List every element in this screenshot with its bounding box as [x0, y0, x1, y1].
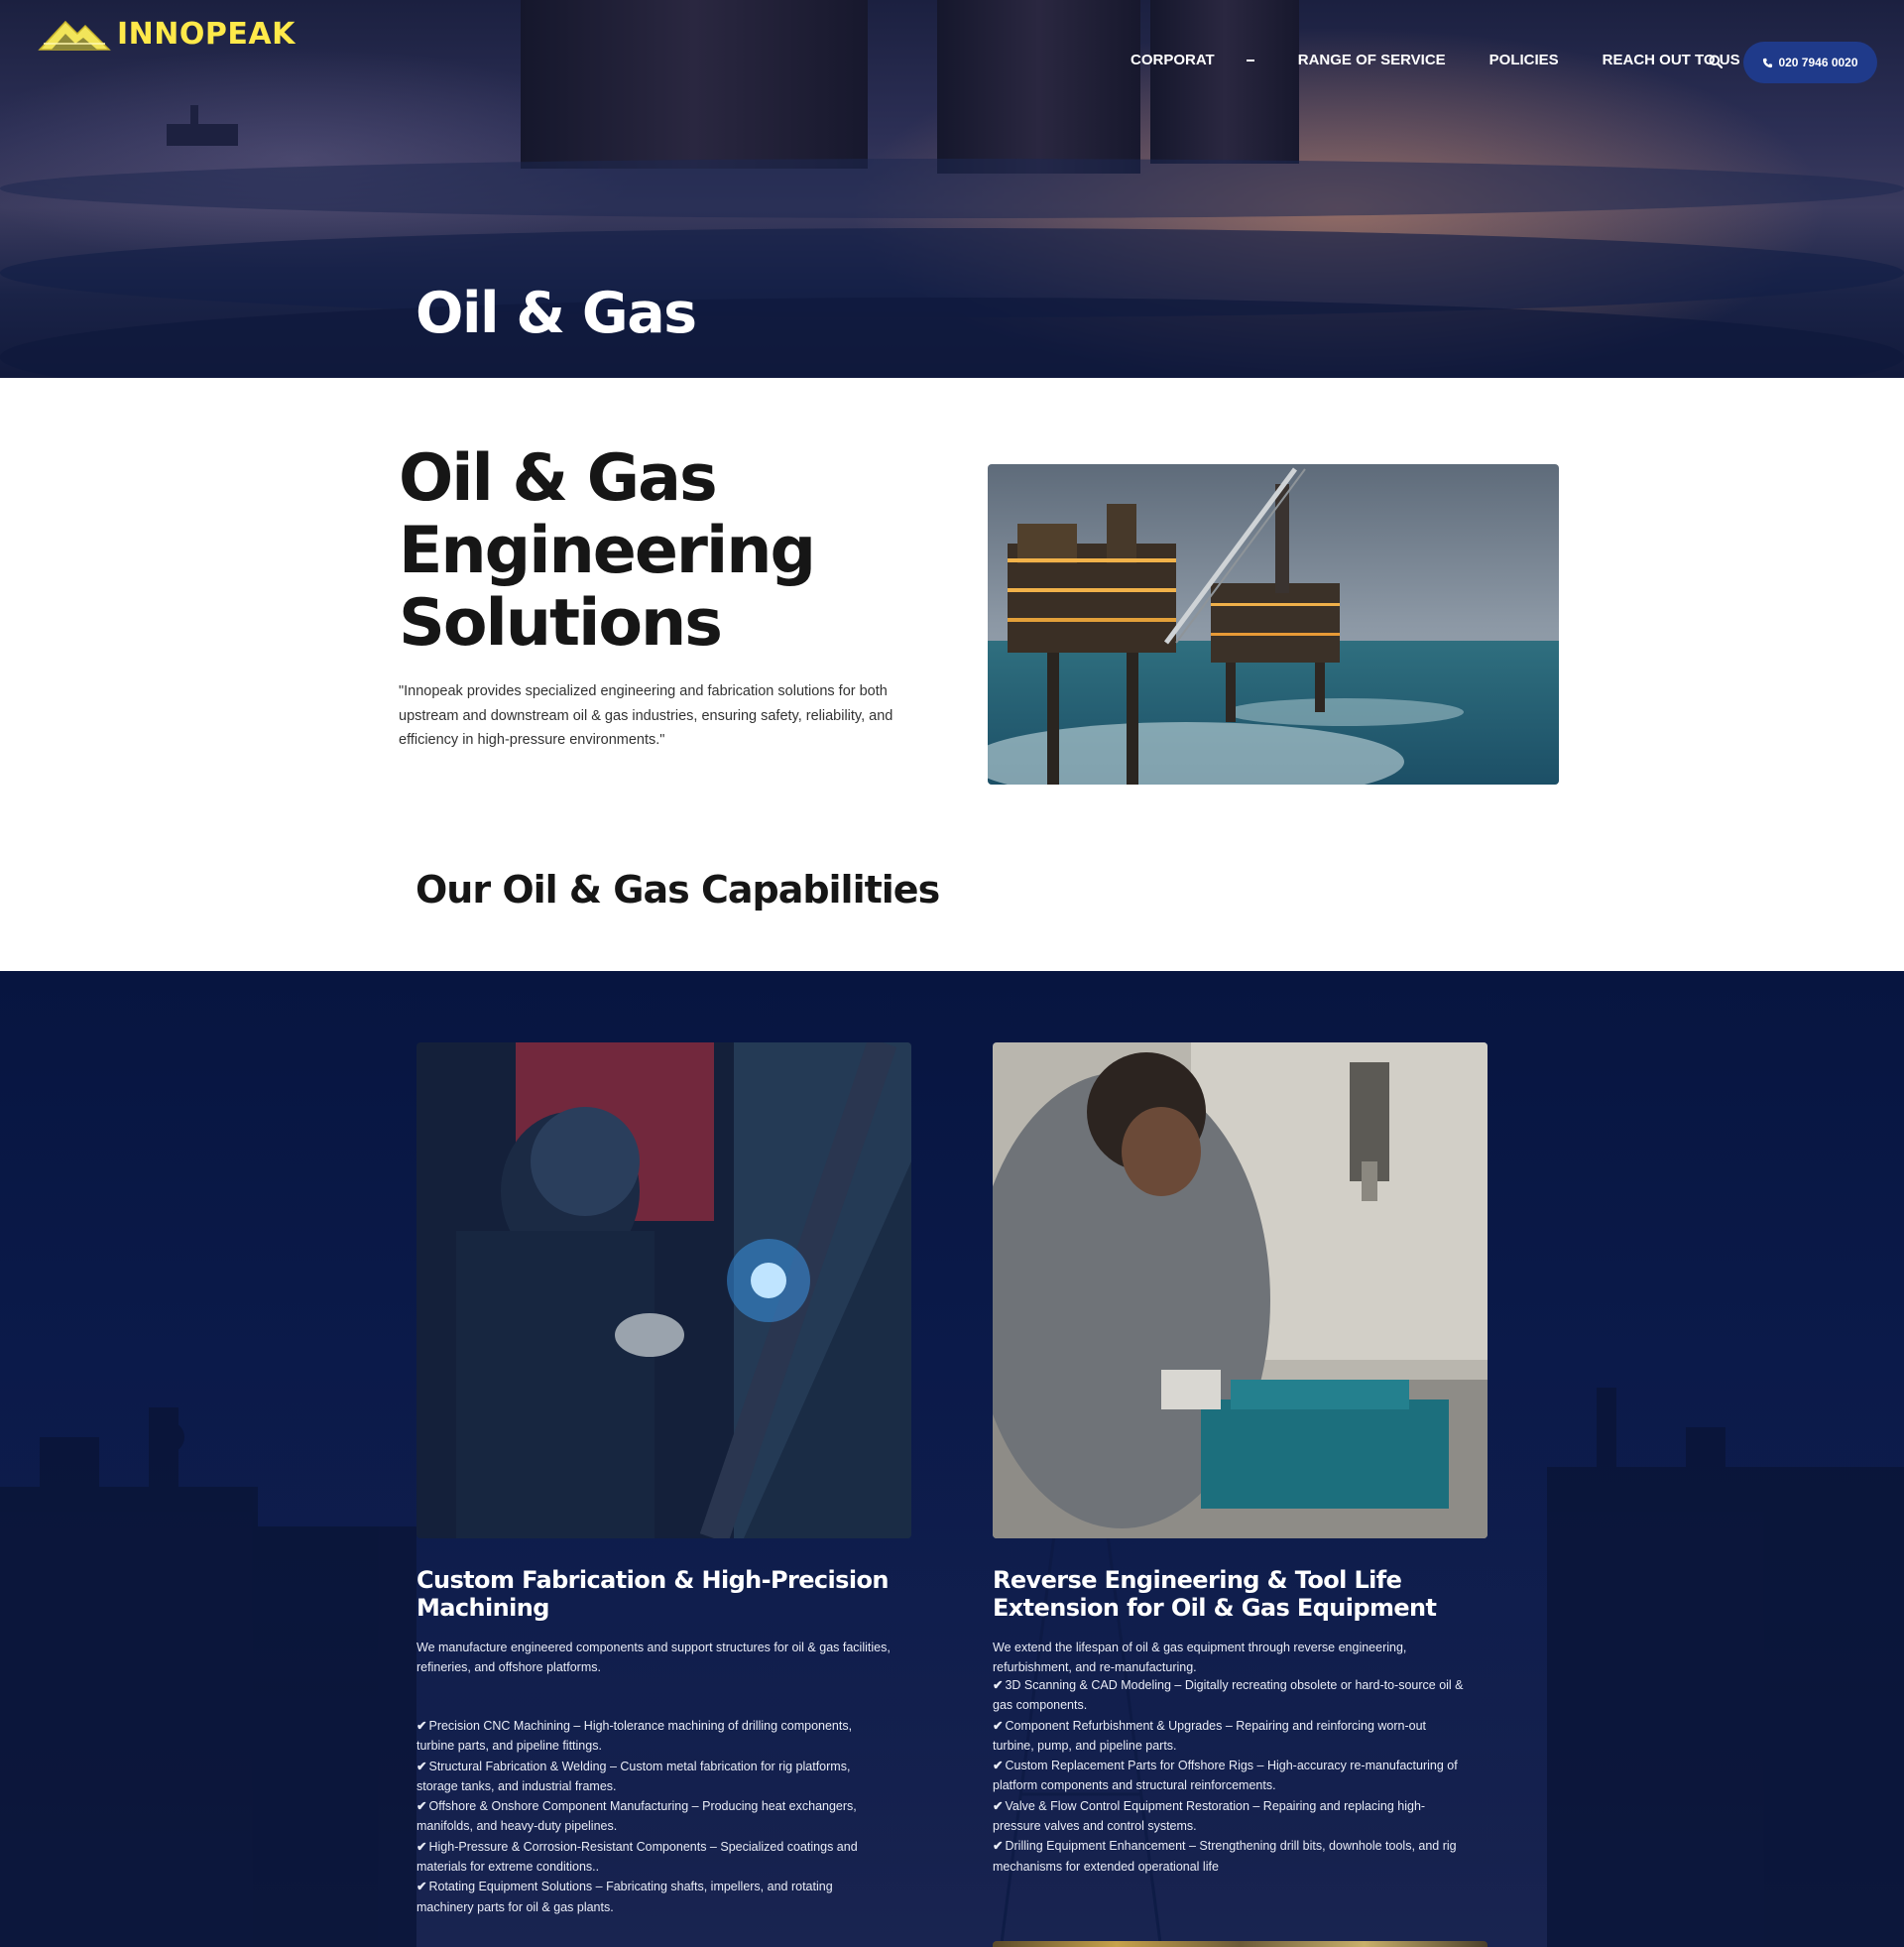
card-description: We extend the lifespan of oil & gas equi… [993, 1641, 1407, 1674]
list-item: Precision CNC Machining – High-tolerance… [416, 1716, 892, 1757]
hero-ship-mast [190, 105, 198, 125]
card-description: We manufacture engineered components and… [416, 1641, 891, 1674]
list-item: Valve & Flow Control Equipment Restorati… [993, 1796, 1469, 1837]
list-item: High-Pressure & Corrosion-Resistant Comp… [416, 1837, 892, 1878]
site-logo[interactable]: INNOPEAK [38, 14, 296, 54]
capabilities-heading: Our Oil & Gas Capabilities [416, 868, 940, 912]
phone-number: 020 7946 0020 [1778, 56, 1858, 69]
list-item: Custom Replacement Parts for Offshore Ri… [993, 1756, 1469, 1796]
hero-banner: INNOPEAK CORPORAT RANGE OF SERVICE POLIC… [0, 0, 1904, 378]
offshore-platform-image [988, 464, 1559, 785]
intro-title-line: Solutions [399, 586, 723, 661]
capability-list: Precision CNC Machining – High-tolerance… [416, 1716, 892, 1917]
intro-title: Oil & Gas Engineering Solutions [399, 442, 954, 660]
list-item: Structural Fabrication & Welding – Custo… [416, 1757, 892, 1797]
list-item: Offshore & Onshore Component Manufacturi… [416, 1796, 892, 1837]
hero-platform-leg [937, 0, 1140, 174]
hero-wave [0, 298, 1904, 378]
phone-icon [1763, 58, 1773, 67]
next-card-image [993, 1941, 1488, 1947]
intro-text: "Innopeak provides specialized engineeri… [399, 683, 893, 748]
hero-wave [0, 159, 1904, 218]
list-item: Rotating Equipment Solutions – Fabricati… [416, 1877, 892, 1917]
machinist-image [993, 1042, 1488, 1538]
capability-list: 3D Scanning & CAD Modeling – Digitally r… [993, 1675, 1469, 1877]
main-nav: CORPORAT RANGE OF SERVICE POLICIES REACH… [1130, 52, 1784, 68]
nav-item-range-of-service[interactable]: RANGE OF SERVICE [1298, 52, 1446, 68]
hero-ship [167, 124, 238, 146]
intro-title-line: Engineering [399, 514, 816, 588]
card-title: Custom Fabrication & High-Precision Mach… [416, 1566, 889, 1622]
nav-item-policies[interactable]: POLICIES [1489, 52, 1559, 68]
brand-name: INNOPEAK [117, 16, 296, 52]
refinery-silhouette [0, 1327, 1904, 1947]
capabilities-section: Custom Fabrication & High-Precision Mach… [0, 971, 1904, 1947]
nav-item-corporat[interactable]: CORPORAT [1130, 52, 1254, 68]
list-item: 3D Scanning & CAD Modeling – Digitally r… [993, 1675, 1469, 1716]
list-item: Component Refurbishment & Upgrades – Rep… [993, 1716, 1469, 1757]
hero-platform-leg [521, 0, 868, 169]
hero-title: Oil & Gas [416, 281, 697, 346]
hero-platform-leg [1150, 0, 1299, 164]
mountain-logo-icon [38, 20, 111, 51]
intro-title-line: Oil & Gas [399, 441, 718, 516]
welding-worker-image [416, 1042, 911, 1538]
search-icon[interactable] [1709, 55, 1723, 68]
phone-button[interactable]: 020 7946 0020 [1743, 42, 1877, 83]
card-title: Reverse Engineering & Tool Life Extensio… [993, 1566, 1437, 1622]
list-item: Drilling Equipment Enhancement – Strengt… [993, 1836, 1469, 1877]
